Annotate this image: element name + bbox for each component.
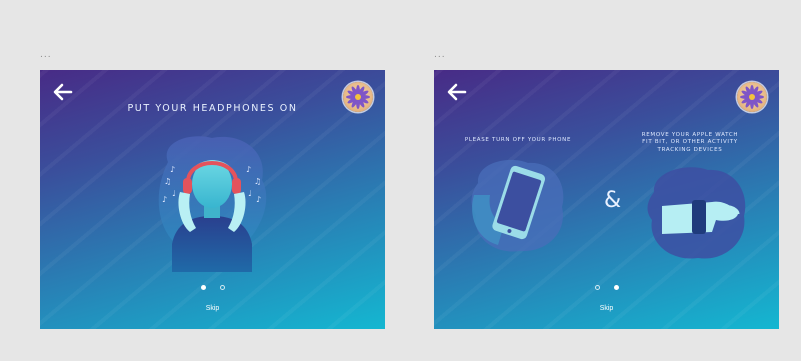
page-dot-2[interactable] — [613, 285, 619, 290]
page-dot-2[interactable] — [219, 285, 225, 290]
onboarding-screen-devices: PLEASE TURN OFF YOUR PHONE REMOVE YOUR A… — [434, 70, 779, 329]
svg-text:♩: ♩ — [172, 189, 176, 198]
wrist-with-watch-illustration — [647, 167, 746, 259]
page-title: PUT YOUR HEADPHONES ON — [127, 103, 298, 114]
arrow-left-icon — [447, 83, 467, 101]
svg-text:♫: ♫ — [254, 177, 261, 186]
back-button[interactable] — [445, 82, 469, 102]
svg-text:♪: ♪ — [162, 195, 167, 204]
page-dot-1[interactable] — [594, 285, 600, 290]
arrow-left-icon — [53, 83, 73, 101]
phone-caption: PLEASE TURN OFF YOUR PHONE — [464, 137, 572, 143]
person-with-headphones-illustration: ♪♫♩♪ ♪♫♩♪ — [158, 136, 267, 272]
watch-caption-line-1: REMOVE YOUR APPLE WATCH — [641, 132, 739, 138]
pagination — [40, 285, 385, 290]
watch-caption-line-2: FIT BIT, OR OTHER ACTIVITY — [642, 139, 738, 146]
back-button[interactable] — [51, 82, 75, 102]
svg-text:♪: ♪ — [246, 165, 251, 174]
onboarding-screen-headphones: PUT YOUR HEADPHONES ON ♪ ♫ ♩ ♪ ♪ ♫ ♩ ♪ S… — [40, 70, 385, 329]
screen-1-overflow-menu[interactable]: ... — [40, 50, 52, 60]
skip-button[interactable]: Skip — [434, 305, 779, 312]
flower-avatar-icon — [740, 85, 764, 109]
watch-caption-line-3: TRACKING DEVICES — [657, 146, 723, 153]
pagination — [434, 285, 779, 290]
skip-button[interactable]: Skip — [40, 305, 385, 312]
svg-text:♪: ♪ — [170, 165, 175, 174]
screen-2-overflow-menu[interactable]: ... — [434, 50, 446, 60]
profile-avatar[interactable] — [737, 82, 767, 112]
phone-in-hand-illustration — [471, 159, 564, 252]
watch-caption: REMOVE YOUR APPLE WATCH FIT BIT, OR OTHE… — [630, 132, 750, 154]
ampersand: & — [604, 188, 622, 213]
svg-text:♩: ♩ — [248, 189, 252, 198]
svg-text:♪: ♪ — [256, 195, 261, 204]
svg-text:♫: ♫ — [164, 177, 171, 186]
page-dot-1[interactable] — [200, 285, 206, 290]
